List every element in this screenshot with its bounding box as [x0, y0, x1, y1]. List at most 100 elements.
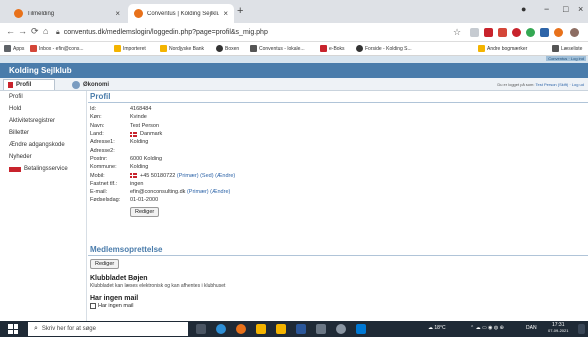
extension-icon[interactable]	[484, 28, 493, 37]
section-heading-medlemsoprettelse: Medlemsoprettelse	[88, 244, 588, 256]
bookmark-item[interactable]: Importeret	[114, 45, 146, 52]
chrome-icon[interactable]	[236, 324, 246, 334]
profile-fields: Id: 4168484 Køn: Kvinde Navn: Test Person L…	[88, 105, 588, 217]
clock[interactable]: 17:31 07-09-2021	[548, 322, 568, 334]
sidebar-item-billetter[interactable]: Billetter	[0, 127, 86, 139]
sidebar-item-adgangskode[interactable]: Ændre adgangskode	[0, 139, 86, 151]
membership-section: Medlemsoprettelse Rediger Klubbladet Bøj…	[88, 244, 588, 309]
edit-profile-button[interactable]: Rediger	[130, 206, 160, 217]
extension-icon[interactable]	[554, 28, 563, 37]
store-icon[interactable]	[276, 324, 286, 334]
outlook-icon[interactable]	[356, 324, 366, 334]
minimize-button[interactable]: −	[544, 4, 549, 14]
bookmark-item[interactable]: Nordjyske Bank	[160, 45, 204, 52]
email-edit-links[interactable]: (Primær) (Ændre)	[187, 189, 230, 195]
field-row-fodselsdag: Fødselsdag: 01-01-2000	[90, 197, 159, 204]
bookmark-item[interactable]: Conventus - lokale...	[250, 45, 305, 52]
bookmark-item[interactable]: Forside - Kolding S...	[356, 45, 412, 52]
word-icon[interactable]	[296, 324, 306, 334]
url-text: conventus.dk/medlemslogin/loggedin.php?p…	[63, 29, 268, 36]
globe-icon	[216, 45, 223, 52]
coins-icon	[72, 80, 80, 89]
edit-membership-button[interactable]: Rediger	[90, 259, 120, 269]
sidebar-item-hold[interactable]: Hold	[0, 103, 86, 115]
field-row-adresse2: Adresse2:	[90, 147, 115, 154]
maximize-button[interactable]: □	[563, 4, 568, 14]
language-indicator[interactable]: DAN	[526, 325, 537, 331]
lock-icon: 🔒︎	[56, 28, 60, 36]
conventus-favicon-icon	[14, 9, 23, 18]
club-title: Kolding Sejlklub	[9, 66, 72, 75]
reload-button[interactable]: ⟳	[31, 26, 39, 37]
search-icon: ⌕	[34, 325, 38, 332]
no-mail-title: Har ingen mail	[90, 295, 139, 302]
extension-icon[interactable]	[526, 28, 535, 37]
login-status: Du er logget på som: Test Person (Skift)…	[497, 82, 584, 87]
settings-gear-icon[interactable]	[336, 324, 346, 334]
sidebar-item-aktivitet[interactable]: Aktivitetsregistrer	[0, 115, 86, 127]
sidebar-item-betalingsservice[interactable]: Betalingsservice	[0, 163, 86, 175]
windows-start-icon[interactable]	[8, 324, 18, 334]
bookmark-star-icon[interactable]: ☆	[453, 27, 461, 38]
task-view-icon[interactable]	[196, 324, 206, 334]
mobile-edit-links[interactable]: (Primær) (Sed) (Ændre)	[177, 173, 235, 179]
profile-icon[interactable]: ●	[521, 4, 526, 14]
newsletter-title: Klubbladet Bøjen	[90, 275, 148, 282]
bookmark-item[interactable]: Andre bogmærker	[478, 45, 527, 52]
folder-icon	[160, 45, 167, 52]
forward-button[interactable]: →	[18, 26, 27, 36]
teams-icon[interactable]	[316, 324, 326, 334]
close-window-button[interactable]: ×	[578, 4, 583, 14]
reading-list-icon	[552, 45, 559, 52]
notifications-icon[interactable]	[578, 324, 585, 334]
browser-tab-conventus[interactable]: Conventus | Kolding Sejlklub | Ko ×	[128, 4, 234, 23]
no-mail-block: Har ingen mail Har ingen mail	[88, 295, 588, 309]
gmail-icon	[30, 45, 37, 52]
browser-tab-bar: Tilmelding × Conventus | Kolding Sejlklu…	[0, 0, 588, 23]
tab-okonomi[interactable]: Økonomi	[68, 79, 113, 90]
sidebar-item-nyheder[interactable]: Nyheder	[0, 151, 86, 163]
tab-profil[interactable]: Profil	[3, 79, 55, 90]
address-bar[interactable]: 🔒︎ conventus.dk/medlemslogin/loggedin.ph…	[56, 26, 448, 39]
betalingsservice-icon	[9, 166, 21, 172]
folder-icon	[478, 45, 485, 52]
field-row-kon: Køn: Kvinde	[90, 114, 147, 121]
eboks-icon	[320, 45, 327, 52]
new-tab-button[interactable]: +	[237, 5, 243, 17]
system-tray-icons[interactable]: ⌃ ☁ ▭ ◉ ◍ ⊕	[470, 325, 504, 331]
bookmarks-bar: Apps Inbox - efin@cons... Importeret Nor…	[0, 42, 588, 56]
bookmark-item[interactable]: Boxen	[216, 45, 239, 52]
checkbox-box[interactable]	[90, 303, 96, 309]
browser-tab-tilmelding[interactable]: Tilmelding ×	[8, 4, 126, 23]
avatar[interactable]	[570, 28, 579, 37]
file-explorer-icon[interactable]	[256, 324, 266, 334]
field-row-email: E-mail: efin@conconsulting.dk (Primær) (Æ…	[90, 189, 231, 196]
bookmark-item[interactable]: Apps	[4, 45, 24, 52]
weather-icon[interactable]: ☁ 18°C	[428, 325, 446, 331]
field-row-mobil: Mobil: +45 50180722 (Primær) (Sed) (Ændre…	[90, 172, 236, 179]
taskbar-search-input[interactable]: ⌕ Skriv her for at søge	[28, 322, 188, 336]
extension-icon[interactable]	[512, 28, 521, 37]
tab-close-icon[interactable]: ×	[115, 9, 120, 18]
tab-close-icon[interactable]: ×	[223, 9, 228, 18]
conventus-login-link[interactable]: Conventus · Log ind	[546, 56, 586, 61]
back-button[interactable]: ←	[6, 26, 15, 36]
danish-flag-icon	[130, 131, 137, 137]
bookmark-item[interactable]: Læseliste	[552, 45, 582, 52]
home-button[interactable]: ⌂	[43, 26, 48, 36]
bookmark-item[interactable]: e-Boks	[320, 45, 345, 52]
no-mail-checkbox[interactable]: Har ingen mail	[90, 303, 588, 309]
sidebar-item-profil[interactable]: Profil	[0, 91, 86, 103]
extension-icon[interactable]	[540, 28, 549, 37]
extension-icon[interactable]	[498, 28, 507, 37]
newsletter-text: Klubbladet kan læses elektronisk og kan …	[90, 283, 226, 289]
edge-icon[interactable]	[216, 324, 226, 334]
windows-taskbar: ⌕ Skriv her for at søge ☁ 18°C ⌃ ☁ ▭ ◉ ◍…	[0, 321, 588, 337]
field-row-postnr: Postnr: 6000 Kolding	[90, 155, 163, 162]
extension-icon[interactable]	[470, 28, 479, 37]
bookmark-item[interactable]: Inbox - efin@cons...	[30, 45, 84, 52]
site-top-strip: Conventus · Log ind	[0, 56, 588, 63]
site-header: Kolding Sejlklub	[0, 63, 588, 78]
field-row-land: Land: Danmark	[90, 131, 163, 138]
section-heading-profil: Profil	[88, 91, 588, 103]
